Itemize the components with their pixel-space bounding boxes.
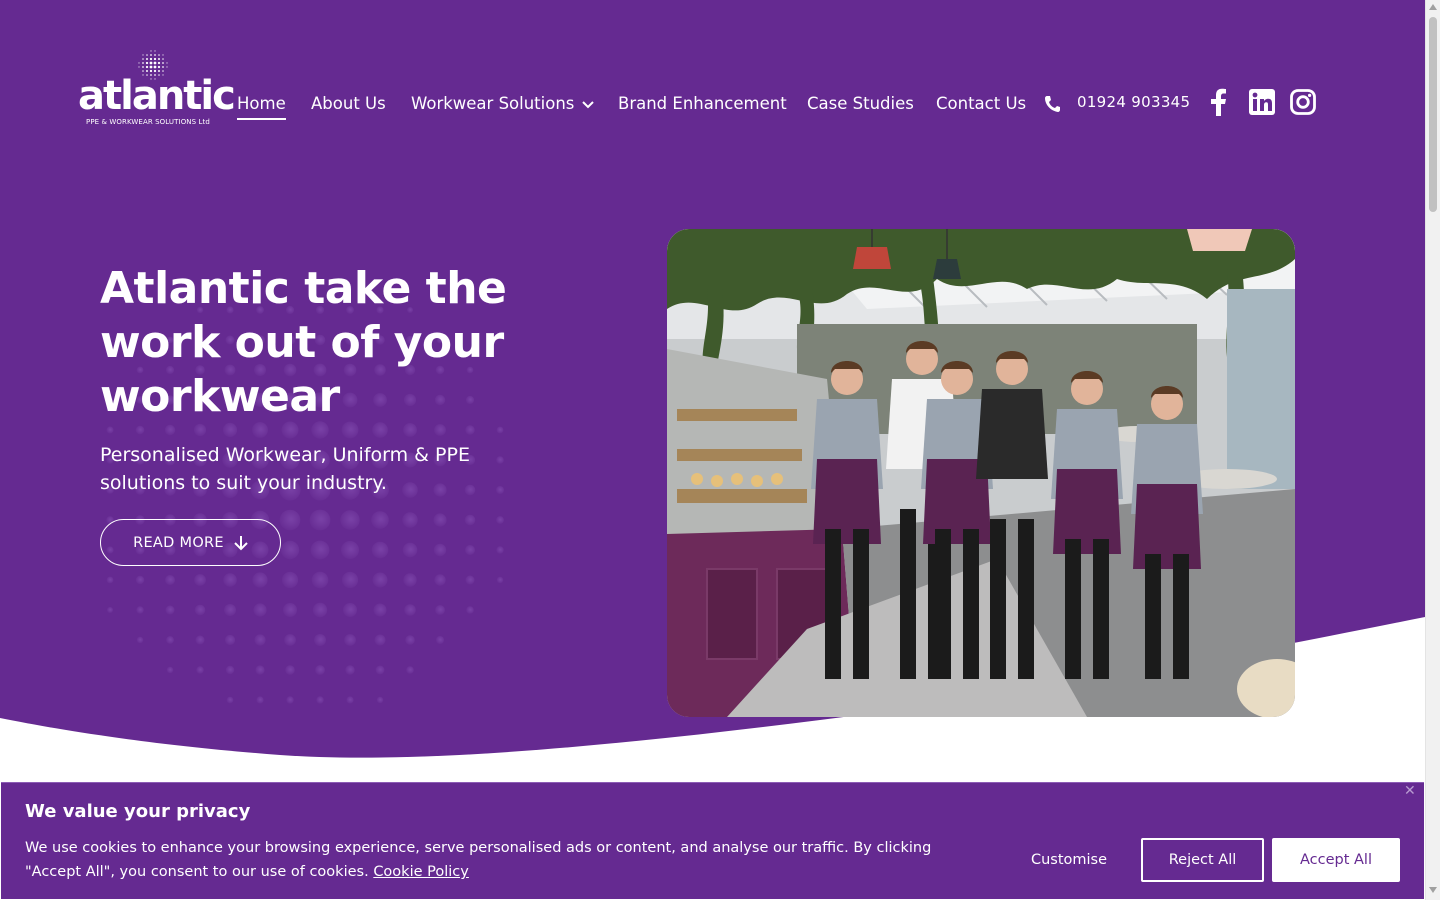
linkedin-icon[interactable] xyxy=(1249,89,1275,115)
facebook-icon[interactable] xyxy=(1209,88,1227,116)
cookie-banner: ✕ We value your privacy We use cookies t… xyxy=(1,782,1424,899)
page: atlantic PPE & WORKWEAR SOLUTIONS Ltd Ho… xyxy=(0,0,1425,900)
cookie-policy-link[interactable]: Cookie Policy xyxy=(373,864,469,880)
brand-logo[interactable]: atlantic PPE & WORKWEAR SOLUTIONS Ltd xyxy=(78,46,236,132)
phone-icon[interactable] xyxy=(1044,95,1060,113)
scroll-down-arrow-icon[interactable] xyxy=(1429,887,1437,893)
nav-workwear-solutions[interactable]: Workwear Solutions xyxy=(411,92,595,116)
nav-about-us[interactable]: About Us xyxy=(311,92,386,116)
nav-home[interactable]: Home xyxy=(237,92,286,120)
reject-all-button[interactable]: Reject All xyxy=(1141,838,1264,882)
read-more-label: READ MORE xyxy=(133,534,224,551)
nav-contact-us[interactable]: Contact Us xyxy=(936,92,1026,116)
site-header: atlantic PPE & WORKWEAR SOLUTIONS Ltd Ho… xyxy=(0,0,1425,200)
phone-number[interactable]: 01924 903345 xyxy=(1077,93,1190,111)
cookie-text: We use cookies to enhance your browsing … xyxy=(25,836,975,884)
chevron-down-icon xyxy=(582,100,595,108)
hero-subtitle: Personalised Workwear, Uniform & PPE sol… xyxy=(100,444,470,494)
scroll-up-arrow-icon[interactable] xyxy=(1429,4,1437,10)
instagram-icon[interactable] xyxy=(1290,89,1316,115)
cookie-body: We use cookies to enhance your browsing … xyxy=(25,840,932,880)
nav-workwear-solutions-label: Workwear Solutions xyxy=(411,94,575,113)
nav-case-studies[interactable]: Case Studies xyxy=(807,92,914,116)
scrollbar-thumb[interactable] xyxy=(1429,17,1437,212)
customise-button[interactable]: Customise xyxy=(1019,838,1119,882)
close-icon[interactable]: ✕ xyxy=(1404,783,1416,799)
team-photo-image xyxy=(667,229,1295,717)
arrow-down-icon xyxy=(234,535,248,550)
cookie-title: We value your privacy xyxy=(25,801,251,822)
brand-wordmark: atlantic xyxy=(78,73,236,119)
read-more-button[interactable]: READ MORE xyxy=(100,519,281,566)
page-scrollbar[interactable] xyxy=(1425,0,1440,900)
hero-title: Atlantic take the work out of your workw… xyxy=(100,263,507,422)
accept-all-button[interactable]: Accept All xyxy=(1272,838,1400,882)
brand-tagline: PPE & WORKWEAR SOLUTIONS Ltd xyxy=(86,118,210,126)
nav-brand-enhancement[interactable]: Brand Enhancement xyxy=(618,92,787,116)
team-photo-illustration xyxy=(667,229,1295,717)
